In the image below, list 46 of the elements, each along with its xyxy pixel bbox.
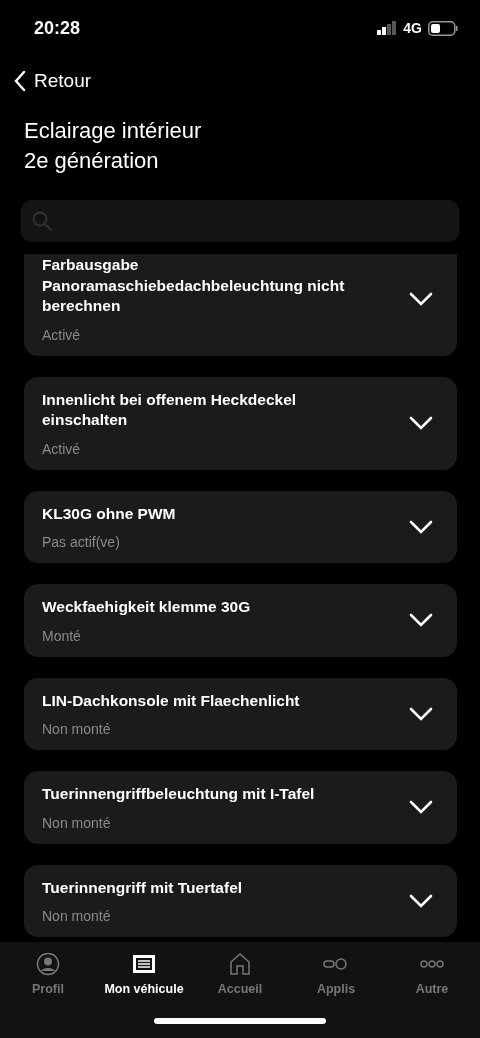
setting-value: Monté xyxy=(42,627,82,644)
back-button[interactable]: Retour xyxy=(14,70,92,92)
battery-icon xyxy=(428,20,458,36)
chevron-down-icon xyxy=(409,706,433,721)
setting-name: Innenlicht bei offenem Heckdeckel einschalten xyxy=(42,389,298,430)
profile-icon xyxy=(36,952,60,976)
chevron-down-icon xyxy=(409,613,433,628)
expand-button[interactable] xyxy=(409,613,433,628)
chevron-down-icon xyxy=(409,416,433,430)
page-title: 2e génération xyxy=(24,147,160,175)
setting-name: KL30G ohne PWM xyxy=(42,503,177,524)
setting-name: Tuerinnengriff mit Tuertafel xyxy=(42,877,244,898)
tab-bar-item[interactable]: Profil xyxy=(2,952,94,996)
expand-button[interactable] xyxy=(409,706,433,721)
setting-name: LIN-Dachkonsole mit Flaechenlicht xyxy=(42,690,301,711)
list-icon xyxy=(132,952,156,976)
setting-value: Non monté xyxy=(42,721,112,737)
status-time: 20:28 xyxy=(34,17,81,39)
expand-button[interactable] xyxy=(409,800,433,815)
setting-name: Weckfaehigkeit klemme 30G xyxy=(42,597,252,617)
search-icon xyxy=(31,210,53,232)
tab-bar-item[interactable]: Applis xyxy=(290,952,382,996)
expand-button[interactable] xyxy=(409,416,433,430)
setting-value: Non monté xyxy=(42,814,112,831)
page-title: Eclairage intérieur xyxy=(24,117,203,145)
expand-button[interactable] xyxy=(409,519,433,534)
network-label: 4G xyxy=(403,20,422,36)
setting-name: Tuerinnengriffbeleuchtung mit I-Tafel xyxy=(42,784,316,804)
setting-name: Farbausgabe Panoramaschiebedachbeleuchtung nicht berechnen xyxy=(42,255,346,316)
expand-button[interactable] xyxy=(409,893,433,908)
setting-value: Non monté xyxy=(42,908,112,924)
chevron-down-icon xyxy=(409,893,433,908)
setting-value: Pas actif(ve) xyxy=(42,534,121,550)
tab-bar-item[interactable]: Mon véhicule xyxy=(98,952,190,996)
tab-bar-item[interactable]: Autre xyxy=(386,952,478,996)
home-icon xyxy=(228,952,252,976)
chevron-down-icon xyxy=(409,291,433,306)
chevron-left-icon xyxy=(14,70,26,92)
setting-value: Activé xyxy=(42,326,82,343)
tab-bar-item[interactable]: Accueil xyxy=(194,952,286,996)
chevron-down-icon xyxy=(409,519,433,534)
search-field[interactable] xyxy=(21,200,459,242)
expand-button[interactable] xyxy=(409,291,433,306)
chevron-down-icon xyxy=(409,800,433,815)
setting-value: Activé xyxy=(42,440,82,457)
signal-icon xyxy=(377,21,398,35)
